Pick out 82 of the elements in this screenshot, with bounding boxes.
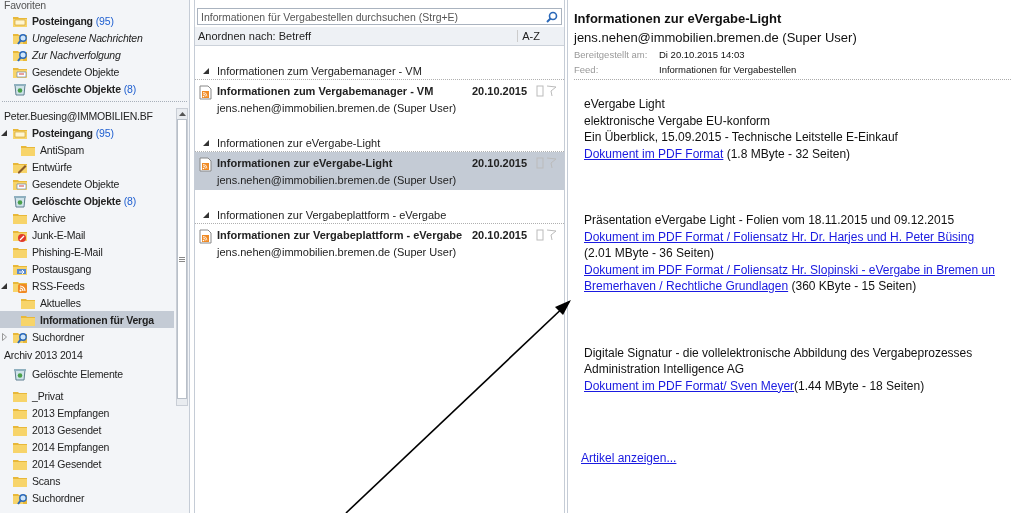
message-sender: jens.nehen@immobilien.bremen.de (Super User) xyxy=(217,102,458,114)
meta-label: Bereitgestellt am: xyxy=(574,48,649,62)
folder-item[interactable]: Gesendete Objekte xyxy=(0,175,174,192)
folder-item[interactable]: Zur Nachverfolgung xyxy=(0,46,189,63)
grip-icon xyxy=(179,256,185,262)
body-text: eVergabe Light xyxy=(584,96,666,113)
folder-item[interactable]: RSS-Feeds xyxy=(0,277,174,294)
sort-order-button[interactable]: A-Z xyxy=(517,30,564,42)
message-date: 20.10.2015 xyxy=(472,85,529,97)
folder-item[interactable]: Ungelesene Nachrichten xyxy=(0,29,189,46)
folder-item[interactable]: Gelöschte Objekte (8) xyxy=(0,192,174,209)
folder-item[interactable]: Posteingang (95) xyxy=(0,124,174,141)
folder-item[interactable]: Junk-E-Mail xyxy=(0,226,174,243)
message-subject: Informationen zum Vergabemanager - VM xyxy=(217,85,435,97)
collapse-arrow-icon[interactable] xyxy=(203,211,209,218)
document-link[interactable]: Dokument im PDF Format/ Sven Meyer xyxy=(584,378,795,393)
message-item[interactable]: Informationen zur Vergabeplattform - eVergabe 20.10.2015 jens.nehen@immobilien.bremen.de (Super User) xyxy=(195,224,564,262)
collapse-arrow-icon[interactable] xyxy=(203,67,209,74)
folder-item[interactable]: Gesendete Objekte xyxy=(0,63,189,80)
folder-item[interactable]: 2014 Gesendet xyxy=(0,455,174,472)
document-link[interactable]: Dokument im PDF Format / Foliensatz Hr. Slopinski - eVergabe in Bremen un xyxy=(584,262,995,277)
folder-item[interactable]: Suchordner xyxy=(0,328,174,345)
rss-message-icon xyxy=(199,157,212,172)
folder-item[interactable]: 2014 Empfangen xyxy=(0,438,174,455)
section-header: Favoriten xyxy=(3,0,47,12)
meta-value: Informationen für Vergabestellen xyxy=(659,63,798,77)
scrollbar[interactable] xyxy=(176,108,188,406)
folder-item[interactable]: Aktuelles xyxy=(0,294,174,311)
group-header[interactable]: Informationen zur eVergabe-Light xyxy=(217,136,381,149)
folder-item[interactable]: Gelöschte Elemente xyxy=(0,365,174,382)
sort-label[interactable]: Anordnen nach: Betreff xyxy=(198,30,518,42)
body-text: Digitale Signatur - die vollelektronische Abbildung des Vergabeprozesses xyxy=(584,344,974,361)
message-sender: jens.nehen@immobilien.bremen.de (Super User) xyxy=(574,29,858,47)
search-field[interactable]: Informationen für Vergabestellen durchsuchen (Strg+E) xyxy=(197,8,562,25)
message-item[interactable]: Informationen zur eVergabe-Light 20.10.2015 jens.nehen@immobilien.bremen.de (Super User) xyxy=(195,152,564,190)
group-header[interactable]: Informationen zur Vergabeplattform - eVergabe xyxy=(217,208,447,221)
rss-message-icon xyxy=(199,85,212,100)
folder-item[interactable]: Posteingang (95) xyxy=(0,12,189,29)
body-text: (360 KByte - 15 Seiten) xyxy=(790,279,917,293)
group-header[interactable]: Informationen zum Vergabemanager - VM xyxy=(217,64,422,77)
collapse-arrow-icon[interactable] xyxy=(203,139,209,146)
search-icon[interactable] xyxy=(546,10,558,23)
body-text: Präsentation eVergabe Light - Folien vom 18.11.2015 und 09.12.2015 xyxy=(584,212,956,229)
account-header[interactable]: Peter.Buesing@IMMOBILIEN.BF xyxy=(0,108,174,124)
folder-item[interactable]: Informationen für Verga xyxy=(0,311,174,328)
message-item[interactable]: Informationen zum Vergabemanager - VM 20.10.2015 jens.nehen@immobilien.bremen.de (Super User) xyxy=(195,80,564,118)
meta-label: Feed: xyxy=(574,63,600,77)
message-date: 20.10.2015 xyxy=(472,229,529,241)
folder-item[interactable]: Suchordner xyxy=(0,489,174,506)
folder-item[interactable]: Entwürfe xyxy=(0,158,174,175)
message-sender: jens.nehen@immobilien.bremen.de (Super User) xyxy=(217,174,458,186)
view-article-link[interactable]: Artikel anzeigen... xyxy=(581,451,677,465)
expand-arrow-icon[interactable] xyxy=(1,332,7,341)
message-title: Informationen zur eVergabe-Light xyxy=(574,10,783,28)
body-text: Ein Überblick, 15.09.2015 - Technische Leitstelle E-Einkauf xyxy=(584,129,899,146)
folder-item[interactable]: Archive xyxy=(0,209,174,226)
folder-item[interactable]: 2013 Gesendet xyxy=(0,421,174,438)
message-date: 20.10.2015 xyxy=(472,157,529,169)
message-sender: jens.nehen@immobilien.bremen.de (Super User) xyxy=(217,246,458,258)
body-text: Administration Intelligence AG xyxy=(584,361,746,378)
message-subject: Informationen zur eVergabe-Light xyxy=(217,157,394,169)
rss-message-icon xyxy=(199,229,212,244)
folder-item[interactable]: Postausgang xyxy=(0,260,174,277)
folder-item[interactable]: Phishing-E-Mail xyxy=(0,243,174,260)
document-link[interactable]: Dokument im PDF Format xyxy=(584,146,724,161)
body-text: (2.01 MByte - 36 Seiten) xyxy=(584,245,716,262)
folder-item[interactable]: Scans xyxy=(0,472,174,489)
document-link[interactable]: Dokument im PDF Format / Foliensatz Hr. Dr. Harjes und H. Peter Büsing xyxy=(584,229,975,244)
folder-item[interactable]: _Privat xyxy=(0,387,174,404)
folder-item[interactable]: 2013 Empfangen xyxy=(0,404,174,421)
body-text: (1.44 MByte - 18 Seiten) xyxy=(794,378,925,393)
folder-item[interactable]: Gelöschte Objekte (8) xyxy=(0,80,189,97)
body-text: elektronische Vergabe EU-konform xyxy=(584,112,772,129)
folder-item[interactable]: AntiSpam xyxy=(0,141,174,158)
collapse-arrow-icon[interactable] xyxy=(1,129,7,136)
message-subject: Informationen zur Vergabeplattform - eVergabe xyxy=(217,229,464,241)
scroll-up-arrow-icon[interactable] xyxy=(178,112,186,116)
document-link[interactable]: Bremerhaven / Rechtliche Grundlagen xyxy=(584,279,789,293)
meta-value: Di 20.10.2015 14:03 xyxy=(659,48,746,62)
collapse-arrow-icon[interactable] xyxy=(1,282,7,289)
body-text: (1.8 MByte - 32 Seiten) xyxy=(725,146,851,161)
account-header[interactable]: Archiv 2013 2014 xyxy=(0,345,174,365)
